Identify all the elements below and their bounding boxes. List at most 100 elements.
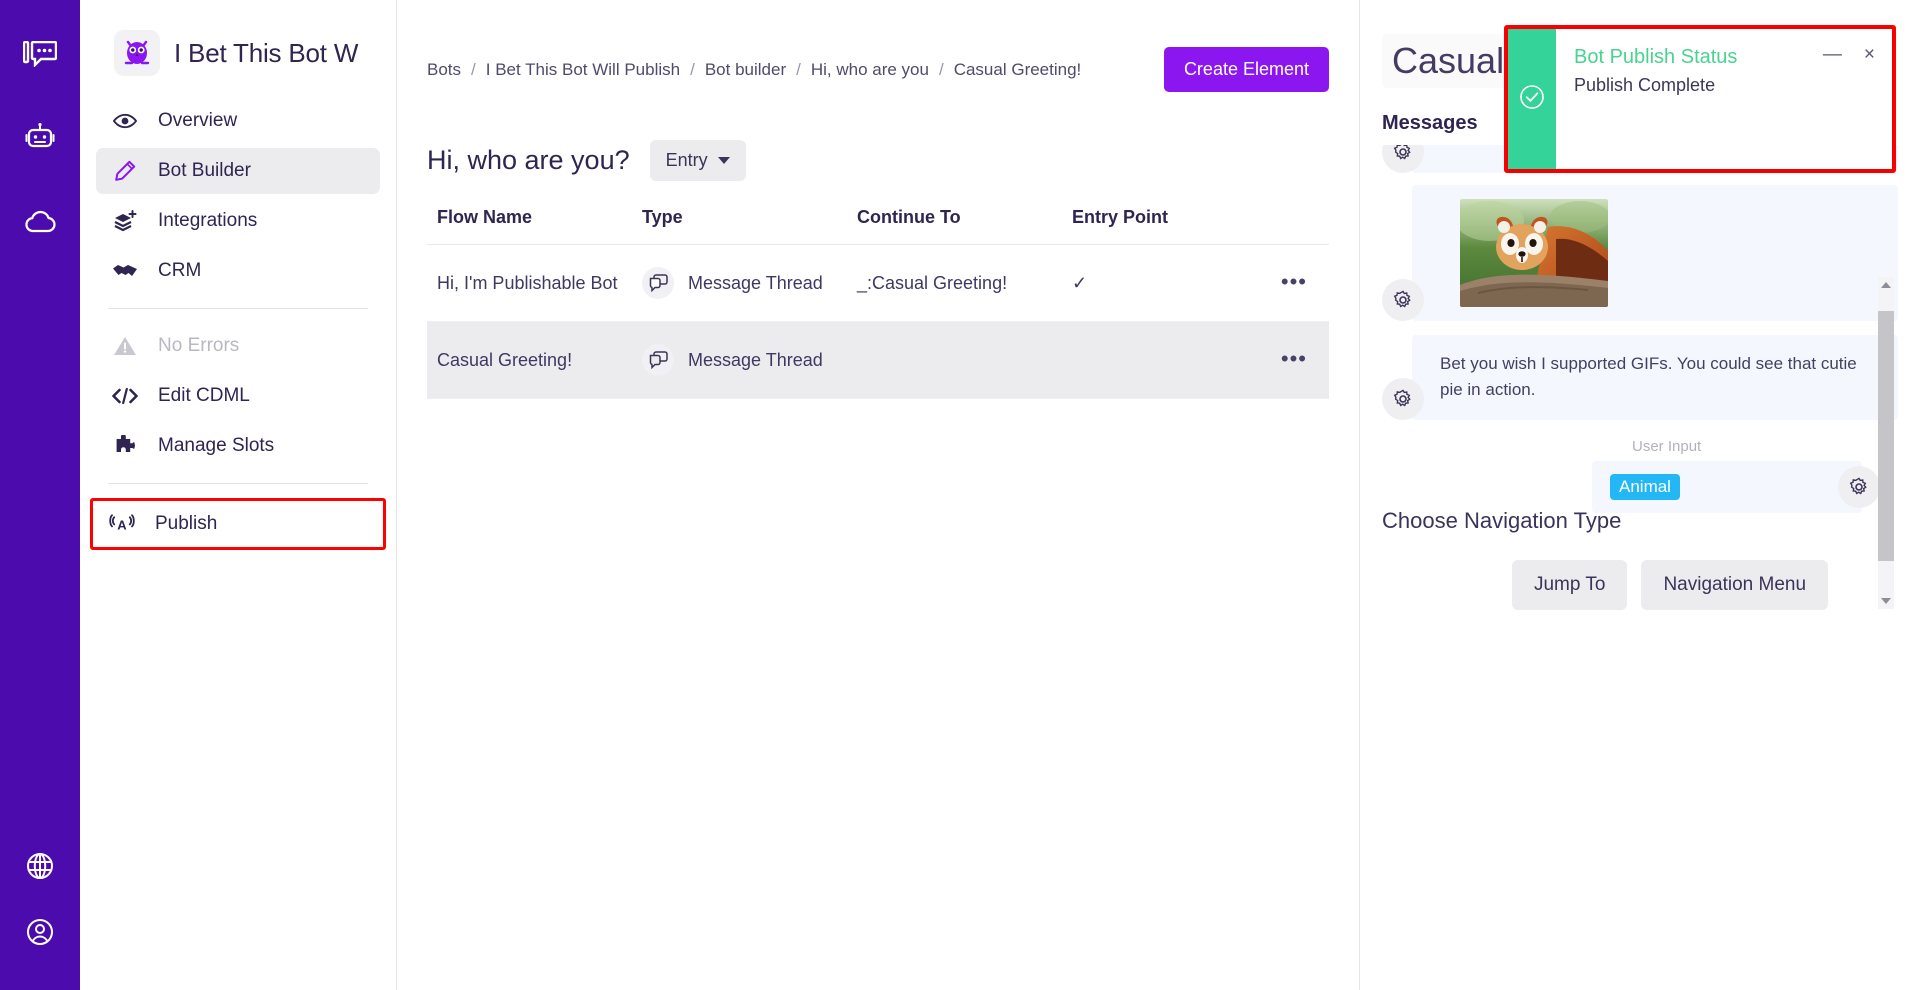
pencil-icon xyxy=(112,160,138,182)
flows-table: Flow Name Type Continue To Entry Point H… xyxy=(427,207,1329,399)
sidebar-item-integrations[interactable]: Integrations xyxy=(96,198,380,244)
scrollbar-thumb[interactable] xyxy=(1878,311,1894,561)
cell-type-label: Message Thread xyxy=(688,349,823,370)
sidebar-item-no-errors: No Errors xyxy=(96,323,380,369)
account-icon[interactable] xyxy=(20,912,60,952)
eye-icon xyxy=(112,112,138,130)
sidebar: I Bet This Bot W Overview Bot Builder In… xyxy=(80,0,397,990)
user-input-label: User Input xyxy=(1632,437,1702,455)
sidebar-item-label: Overview xyxy=(158,110,238,131)
breadcrumb-item-2[interactable]: Bot builder xyxy=(705,60,786,80)
close-icon[interactable]: × xyxy=(1861,43,1878,66)
rail-bottom-icons xyxy=(0,846,80,952)
sidebar-item-crm[interactable]: CRM xyxy=(96,248,380,294)
main-content: Bots / I Bet This Bot Will Publish / Bot… xyxy=(397,0,1360,990)
message-thread-icon xyxy=(642,344,674,376)
bot-publish-status-toast: Bot Publish Status Publish Complete — × xyxy=(1508,29,1892,169)
row-actions-cell: ••• xyxy=(1232,321,1329,399)
sidebar-item-manage-slots[interactable]: Manage Slots xyxy=(96,423,380,469)
gear-icon[interactable] xyxy=(1382,279,1424,321)
red-panda-photo xyxy=(1460,199,1608,307)
globe-icon[interactable] xyxy=(20,846,60,886)
page-title: Hi, who are you? xyxy=(427,145,630,175)
sidebar-item-publish[interactable]: A Publish xyxy=(93,501,383,547)
breadcrumb-item-1[interactable]: I Bet This Bot Will Publish xyxy=(486,60,680,80)
sidebar-divider-2 xyxy=(108,483,368,484)
chat-logo-icon[interactable] xyxy=(20,34,60,74)
sidebar-item-edit-cdml[interactable]: Edit CDML xyxy=(96,373,380,419)
sidebar-item-overview[interactable]: Overview xyxy=(96,98,380,144)
app-icon-rail xyxy=(0,0,80,990)
sidebar-item-bot-builder[interactable]: Bot Builder xyxy=(96,148,380,194)
broadcast-icon: A xyxy=(109,514,135,534)
rail-top-icons xyxy=(20,0,60,242)
minimize-icon[interactable]: — xyxy=(1820,43,1845,66)
cell-flow-name: Casual Greeting! xyxy=(427,321,642,399)
breadcrumb-item-0[interactable]: Bots xyxy=(427,60,461,80)
messages-scroll-area[interactable]: Bet you wish I supported GIFs. You could… xyxy=(1382,145,1898,609)
scroll-down-arrow-icon[interactable] xyxy=(1878,593,1894,609)
toast-body: Bot Publish Status Publish Complete — × xyxy=(1556,29,1892,169)
user-input-section: User Input Animal xyxy=(1382,438,1898,513)
publish-toast-highlight: Bot Publish Status Publish Complete — × xyxy=(1504,25,1896,173)
sidebar-item-label: No Errors xyxy=(158,335,240,356)
breadcrumb-item-4[interactable]: Casual Greeting! xyxy=(954,60,1082,80)
messages-scrollbar[interactable] xyxy=(1878,277,1894,609)
cell-entry-point-check: ✓ xyxy=(1072,244,1232,322)
flow-header: Hi, who are you? Entry xyxy=(427,140,1329,181)
entry-dropdown[interactable]: Entry xyxy=(649,140,746,181)
brand-name: I Bet This Bot W xyxy=(174,37,359,68)
create-element-button[interactable]: Create Element xyxy=(1163,47,1329,92)
sidebar-item-label: Manage Slots xyxy=(158,435,275,456)
table-header-row: Flow Name Type Continue To Entry Point xyxy=(427,207,1329,245)
message-text: Bet you wish I supported GIFs. You could… xyxy=(1440,354,1857,400)
sidebar-item-label: CRM xyxy=(158,260,202,281)
warning-triangle-icon xyxy=(112,335,138,357)
breadcrumb-separator: / xyxy=(796,59,801,79)
toast-accent-bar xyxy=(1508,29,1556,169)
breadcrumb-separator: / xyxy=(471,59,476,79)
message-thread-icon xyxy=(642,267,674,299)
table-row[interactable]: Hi, I'm Publishable Bot Message Thread _… xyxy=(427,244,1329,322)
code-icon xyxy=(112,387,138,405)
entry-dropdown-label: Entry xyxy=(665,150,708,170)
layers-plus-icon xyxy=(112,210,138,232)
brand: I Bet This Bot W xyxy=(96,0,380,98)
gear-icon[interactable] xyxy=(1382,377,1424,420)
column-header-flow-name: Flow Name xyxy=(427,207,642,245)
column-header-type: Type xyxy=(642,207,857,245)
slot-chip-animal[interactable]: Animal xyxy=(1610,473,1680,500)
cloud-icon[interactable] xyxy=(20,202,60,242)
puzzle-icon xyxy=(112,435,138,457)
message-row-text: Bet you wish I supported GIFs. You could… xyxy=(1382,335,1898,420)
table-row[interactable]: Casual Greeting! Message Thread ••• xyxy=(427,321,1329,399)
sidebar-item-label: Bot Builder xyxy=(158,160,251,181)
owl-logo-icon xyxy=(114,30,160,76)
cell-type: Message Thread xyxy=(642,321,857,399)
row-actions-cell: ••• xyxy=(1232,244,1329,322)
jump-to-button[interactable]: Jump To xyxy=(1511,560,1628,610)
sidebar-item-label: Publish xyxy=(155,513,218,534)
breadcrumb-separator: / xyxy=(690,59,695,79)
publish-highlight-box: A Publish xyxy=(90,498,386,550)
scroll-up-arrow-icon[interactable] xyxy=(1878,277,1894,293)
navigation-type-buttons: Jump To Navigation Menu xyxy=(1382,560,1898,610)
navigation-menu-button[interactable]: Navigation Menu xyxy=(1641,560,1829,610)
breadcrumb-separator: / xyxy=(938,59,944,79)
toast-actions: — × xyxy=(1820,43,1878,66)
row-menu-button[interactable]: ••• xyxy=(1281,269,1307,294)
handshake-icon xyxy=(112,262,138,280)
row-menu-button[interactable]: ••• xyxy=(1281,346,1307,371)
cell-entry-point-check xyxy=(1072,321,1232,399)
cell-continue-to: _:Casual Greeting! xyxy=(857,244,1072,322)
cell-type-label: Message Thread xyxy=(688,272,823,293)
breadcrumb-item-3[interactable]: Hi, who are you xyxy=(811,60,929,80)
breadcrumb: Bots / I Bet This Bot Will Publish / Bot… xyxy=(427,60,1081,80)
gear-icon[interactable] xyxy=(1838,465,1880,508)
message-row-image xyxy=(1382,185,1898,321)
bot-icon[interactable] xyxy=(20,118,60,158)
sidebar-divider-1 xyxy=(108,308,368,309)
user-input-box[interactable]: Animal xyxy=(1592,460,1880,513)
svg-text:A: A xyxy=(117,518,127,533)
column-header-entry-point: Entry Point xyxy=(1072,207,1232,245)
